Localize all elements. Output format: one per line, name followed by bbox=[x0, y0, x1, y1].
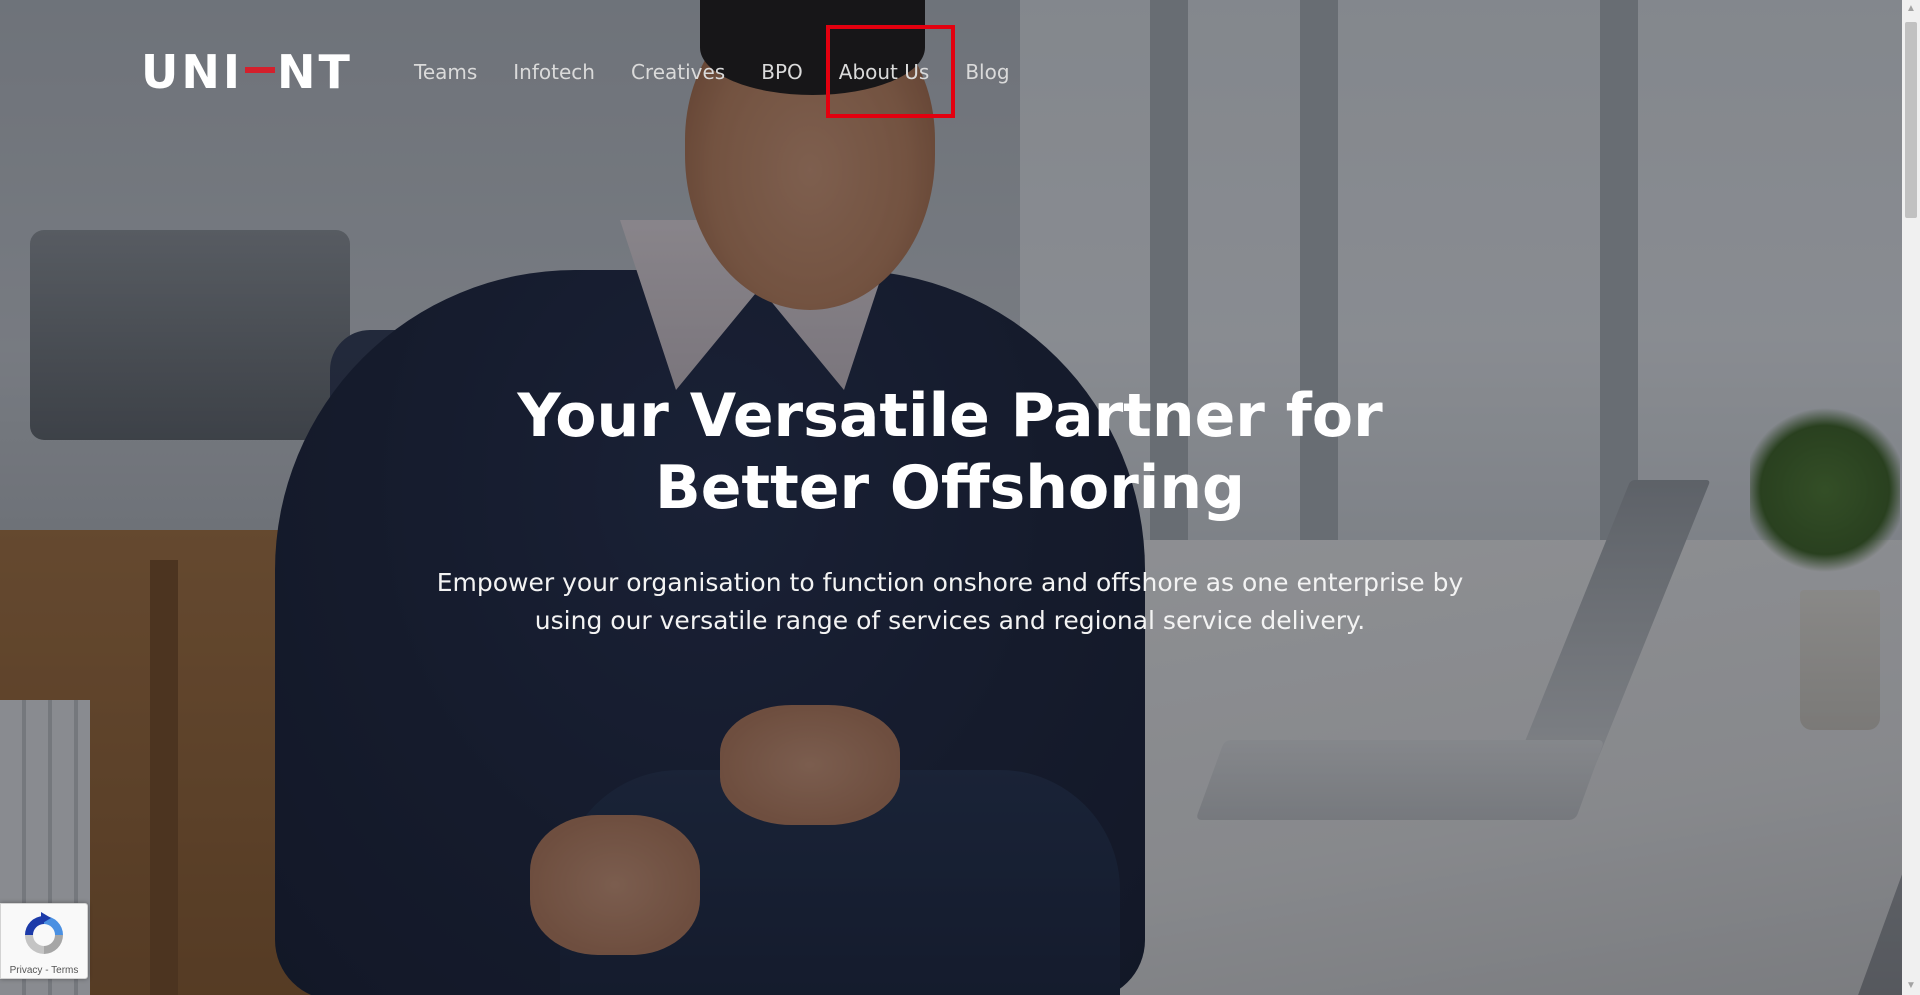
hero-title: Your Versatile Partner for Better Offsho… bbox=[517, 381, 1383, 523]
hero-subtitle: Empower your organisation to function on… bbox=[436, 568, 1464, 635]
site-header: UNI NT Teams Infotech Creatives BPO About… bbox=[0, 0, 1920, 140]
logo-wordmark: UNI NT bbox=[141, 45, 353, 99]
recaptcha-icon bbox=[25, 912, 63, 954]
site-logo[interactable]: UNI NT bbox=[141, 45, 353, 99]
nav-item-about-us[interactable]: About Us bbox=[839, 58, 930, 86]
nav-item-creatives[interactable]: Creatives bbox=[631, 58, 725, 86]
page-scrollbar[interactable]: ▲ ▼ bbox=[1902, 0, 1920, 995]
nav-item-teams[interactable]: Teams bbox=[414, 58, 477, 86]
hero-section: Your Versatile Partner for Better Offsho… bbox=[400, 380, 1500, 640]
chevron-down-icon[interactable]: ▼ bbox=[1902, 977, 1920, 995]
main-nav: Teams Infotech Creatives BPO About Us Bl… bbox=[414, 58, 1046, 86]
page: UNI NT Teams Infotech Creatives BPO About… bbox=[0, 0, 1920, 995]
scrollbar-thumb[interactable] bbox=[1905, 22, 1917, 218]
nav-item-blog[interactable]: Blog bbox=[965, 58, 1009, 86]
recaptcha-badge[interactable]: Privacy - Terms bbox=[0, 903, 88, 979]
nav-item-bpo[interactable]: BPO bbox=[761, 58, 803, 86]
logo-accent-bar bbox=[244, 66, 275, 73]
recaptcha-privacy-terms-links[interactable]: Privacy - Terms bbox=[1, 965, 87, 976]
chevron-up-icon[interactable]: ▲ bbox=[1902, 0, 1920, 18]
nav-item-infotech[interactable]: Infotech bbox=[513, 58, 595, 86]
